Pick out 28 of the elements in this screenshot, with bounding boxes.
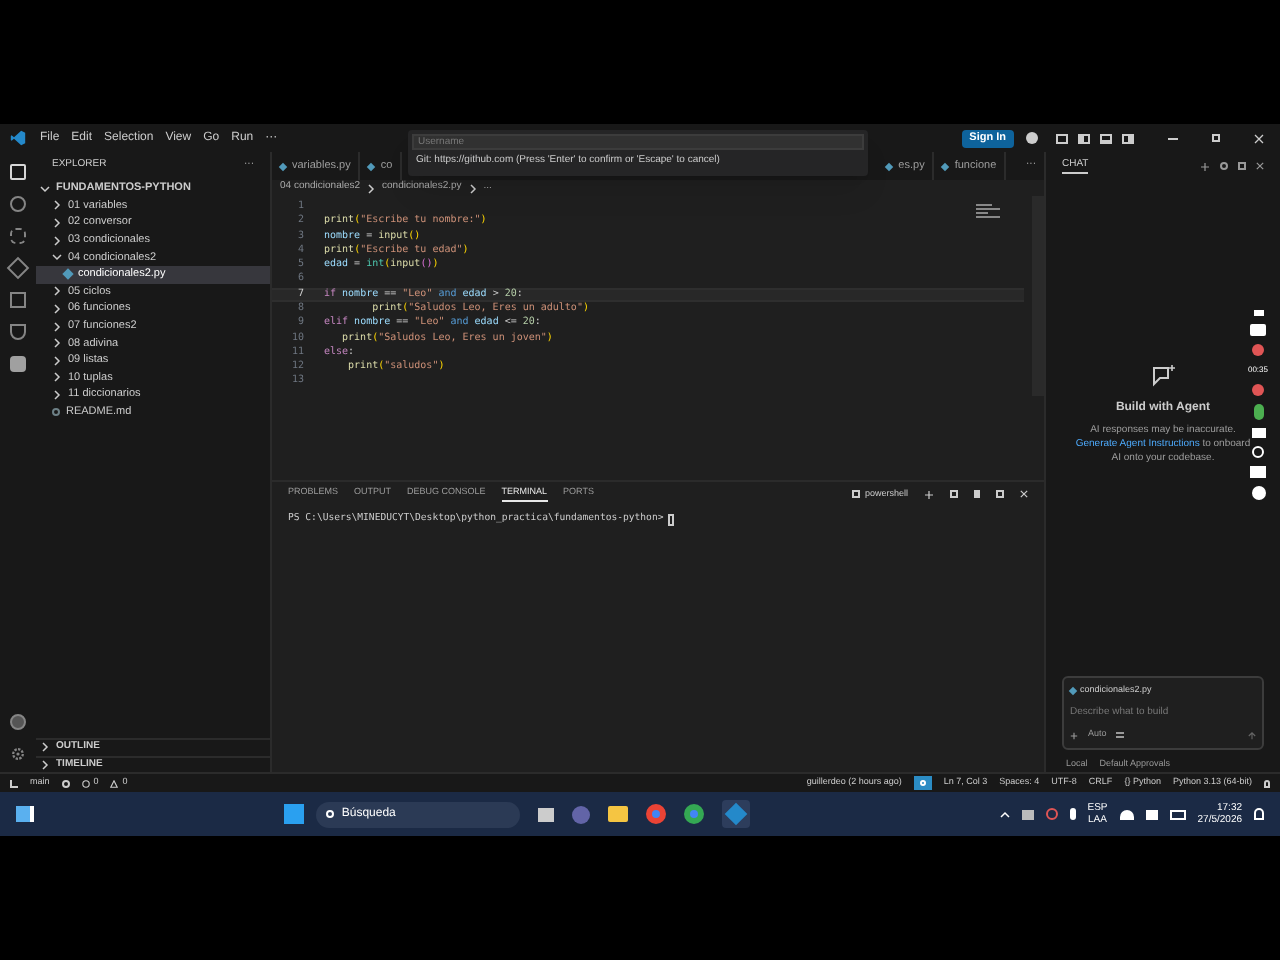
- folder-icon[interactable]: [607, 806, 628, 822]
- python-file-icon: [941, 161, 950, 171]
- error-icon: [81, 779, 90, 787]
- vscode-logo-icon[interactable]: [10, 130, 26, 146]
- chevron-down-icon: [52, 252, 62, 263]
- python-file-icon: [278, 161, 288, 171]
- minimap: [976, 204, 1004, 224]
- info-file-icon: [52, 408, 60, 417]
- send-icon[interactable]: [1248, 731, 1256, 740]
- python-file-icon: [62, 268, 74, 281]
- minimize-icon[interactable]: [1168, 137, 1178, 139]
- chevron-right-icon: [467, 183, 478, 193]
- python-file-icon: [1068, 686, 1078, 695]
- terminal-cursor: [667, 513, 674, 526]
- plus-icon[interactable]: [1200, 161, 1210, 171]
- chevron-down-icon: [40, 183, 50, 194]
- python-file-icon: [367, 161, 376, 171]
- close-icon[interactable]: [1256, 162, 1264, 170]
- plus-icon[interactable]: [924, 489, 934, 499]
- chevron-right-icon: [366, 183, 377, 193]
- warning-icon: [110, 779, 119, 787]
- python-file-icon: [885, 161, 894, 171]
- chevron-up-icon[interactable]: [999, 809, 1010, 819]
- close-icon[interactable]: [1020, 490, 1028, 498]
- chat-sparkle-icon: [1149, 364, 1177, 388]
- plus-icon[interactable]: [1070, 731, 1078, 740]
- account-icon[interactable]: [10, 714, 26, 730]
- close-icon[interactable]: [1254, 133, 1264, 143]
